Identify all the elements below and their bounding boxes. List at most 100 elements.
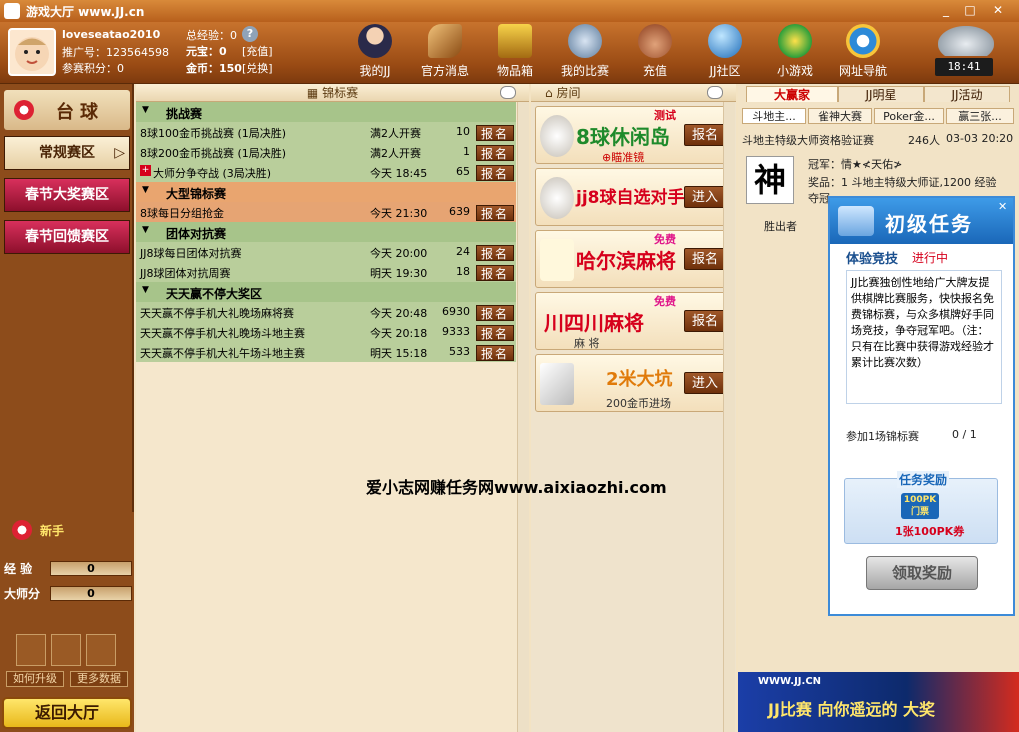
collapse-arrow-icon: ▼ <box>142 185 149 195</box>
match-time: 今天 18:45 <box>370 167 428 180</box>
table-row[interactable]: + 大师分争夺战 (3局决胜) 今天 18:45 65 报名 <box>136 162 516 182</box>
room-harbin-mahjong[interactable]: 哈尔滨麻将 免费 报名 <box>535 230 730 288</box>
category-header[interactable]: ▼ 大型锦标赛 <box>136 182 516 202</box>
signup-button[interactable]: 报名 <box>476 165 514 181</box>
banner-site: WWW.JJ.CN <box>758 676 822 687</box>
room-enter-button[interactable]: 进入 <box>684 372 726 394</box>
table-row[interactable]: 天天赢不停手机大礼晚场麻将赛 今天 20:48 6930 报名 <box>136 302 516 322</box>
tab-spring-prize-zone[interactable]: 春节大奖赛区 <box>4 178 130 212</box>
match-time: 明天 15:18 <box>370 347 428 360</box>
game-title: 台球 <box>4 90 130 130</box>
billiard-ball-icon <box>540 115 574 157</box>
master-score-row: 大师分 0 <box>4 585 132 603</box>
quest-progress-value: 0 / 1 <box>952 428 977 441</box>
playing-cards-icon <box>540 363 574 405</box>
nav-item-box[interactable]: 物品箱 <box>484 22 546 82</box>
table-row[interactable]: 8球200金币挑战赛 (1局决胜) 满2人开赛 1 报名 <box>136 142 516 162</box>
tournament-scrollbar[interactable] <box>517 102 529 732</box>
nav-mini-games[interactable]: 小游戏 <box>764 22 826 82</box>
nav-official-news[interactable]: 官方消息 <box>414 22 476 82</box>
match-name: 8球每日分组抢金 <box>140 207 224 220</box>
subtab-doudizhu[interactable]: 斗地主... <box>742 108 806 124</box>
level-label: 新手 <box>40 524 65 538</box>
recharge-link[interactable]: [充值] <box>242 43 273 59</box>
mini-game-icon <box>778 24 812 58</box>
category-header[interactable]: ▼ 挑战赛 <box>136 102 516 122</box>
return-lobby-button[interactable]: 返回大厅 <box>2 697 132 729</box>
collapse-arrow-icon: ▼ <box>142 285 149 295</box>
match-time: 今天 20:00 <box>370 247 428 260</box>
tab-spring-reward-zone[interactable]: 春节回馈赛区 <box>4 220 130 254</box>
nav-jj-community[interactable]: JJ社区 <box>694 22 756 82</box>
room-enter-button[interactable]: 进入 <box>684 186 726 208</box>
item-slot[interactable] <box>51 634 81 666</box>
tab-jj-star[interactable]: JJ明星 <box>838 86 924 102</box>
close-icon[interactable]: ✕ <box>998 200 1007 213</box>
prize-label: 奖品：1 斗地主特级大师证,1200 经验 <box>808 176 997 189</box>
room-2-meter-pit[interactable]: 2米大坑 200金币进场 进入 <box>535 354 730 412</box>
reward-text: 1张100PK券 <box>895 525 965 538</box>
signup-button[interactable]: 报名 <box>476 325 514 341</box>
signup-button[interactable]: 报名 <box>476 265 514 281</box>
chat-bubble-icon[interactable] <box>500 86 516 99</box>
table-row[interactable]: JJ8球团体对抗周赛 明天 19:30 18 报名 <box>136 262 516 282</box>
tournament-panel: ▦ 锦标赛 ▼ 挑战赛 8球100金币挑战赛 (1局决胜) 满2人开赛 10 报名 8球20… <box>136 84 529 732</box>
table-row[interactable]: 8球每日分组抢金 今天 21:30 639 报名 <box>136 202 516 222</box>
signup-button[interactable]: 报名 <box>476 305 514 321</box>
room-8ball-choose-opponent[interactable]: jj8球自选对手 进入 <box>535 168 730 226</box>
close-icon[interactable]: ✕ <box>990 3 1006 18</box>
rooms-scrollbar[interactable] <box>723 102 735 732</box>
nav-recharge[interactable]: 充值 <box>624 22 686 82</box>
subtab-three-cards[interactable]: 赢三张... <box>946 108 1014 124</box>
exchange-link[interactable]: [兑换] <box>242 60 273 76</box>
chat-bubble-icon[interactable] <box>707 86 723 99</box>
table-row[interactable]: 8球100金币挑战赛 (1局决胜) 满2人开赛 10 报名 <box>136 122 516 142</box>
avatar[interactable] <box>8 28 56 76</box>
claim-reward-button[interactable]: 领取奖励 <box>866 556 978 590</box>
plus-expand-icon[interactable]: + <box>140 165 151 176</box>
room-signup-button[interactable]: 报名 <box>684 248 726 270</box>
signup-button[interactable]: 报名 <box>476 245 514 261</box>
signup-button[interactable]: 报名 <box>476 205 514 221</box>
more-data-link[interactable]: 更多数据 <box>70 671 128 687</box>
master-score-value: 0 <box>50 586 132 601</box>
champion-label: 冠军：情★≮天佑≯ <box>808 158 903 171</box>
match-count: 24 <box>456 245 470 258</box>
table-row[interactable]: JJ8球每日团体对抗赛 今天 20:00 24 报名 <box>136 242 516 262</box>
signup-button[interactable]: 报名 <box>476 145 514 161</box>
match-count: 1 <box>463 145 470 158</box>
nav-my-matches[interactable]: 我的比赛 <box>554 22 616 82</box>
room-sichuan-mahjong[interactable]: 川四川麻将 免费 麻 将 报名 <box>535 292 730 350</box>
quest-scroll-icon <box>838 206 874 236</box>
category-header[interactable]: ▼ 团体对抗赛 <box>136 222 516 242</box>
room-8ball-leisure[interactable]: 8球休闲岛 测试 ⊕瞄准镜 报名 <box>535 106 730 164</box>
match-time: 今天 20:48 <box>370 307 428 320</box>
match-time: 今天 20:18 <box>370 327 428 340</box>
signup-button[interactable]: 报名 <box>476 125 514 141</box>
minimize-icon[interactable]: _ <box>938 3 954 18</box>
category-header[interactable]: ▼ 天天赢不停大奖区 <box>136 282 516 302</box>
title-bar: 游戏大厅 www.JJ.cn _ □ ✕ <box>0 0 1019 22</box>
tab-jj-activity[interactable]: JJ活动 <box>924 86 1010 102</box>
nav-my-jj[interactable]: 我的JJ <box>344 22 406 82</box>
subtab-poker[interactable]: Poker金... <box>874 108 944 124</box>
event-time: 03-03 20:20 <box>946 132 1014 145</box>
table-row[interactable]: 天天赢不停手机大礼午场斗地主赛 明天 15:18 533 报名 <box>136 342 516 362</box>
table-row[interactable]: 天天赢不停手机大礼晚场斗地主赛 今天 20:18 9333 报名 <box>136 322 516 342</box>
item-slot[interactable] <box>16 634 46 666</box>
maximize-icon[interactable]: □ <box>962 3 978 18</box>
subtab-mahjong-god[interactable]: 雀神大赛 <box>808 108 872 124</box>
signup-button[interactable]: 报名 <box>476 345 514 361</box>
room-signup-button[interactable]: 报名 <box>684 310 726 332</box>
room-signup-button[interactable]: 报名 <box>684 124 726 146</box>
item-slot[interactable] <box>86 634 116 666</box>
how-upgrade-link[interactable]: 如何升级 <box>6 671 64 687</box>
nav-web-guide[interactable]: 网址导航 <box>832 22 894 82</box>
ad-banner[interactable]: WWW.JJ.CN JJ比赛 向你遥远的 大奖 <box>738 672 1019 732</box>
globe-icon <box>708 24 742 58</box>
quest-progress-label: 参加1场锦标赛 <box>846 430 919 443</box>
quest-description: JJ比赛独创性地给广大牌友提供棋牌比赛服务，快快报名免费锦标赛，与众多棋牌好手同… <box>846 270 1002 404</box>
help-icon[interactable]: ? <box>242 26 258 42</box>
tab-big-winner[interactable]: 大赢家 <box>746 86 838 102</box>
tab-regular-zone[interactable]: 常规赛区 ▷ <box>4 136 130 170</box>
